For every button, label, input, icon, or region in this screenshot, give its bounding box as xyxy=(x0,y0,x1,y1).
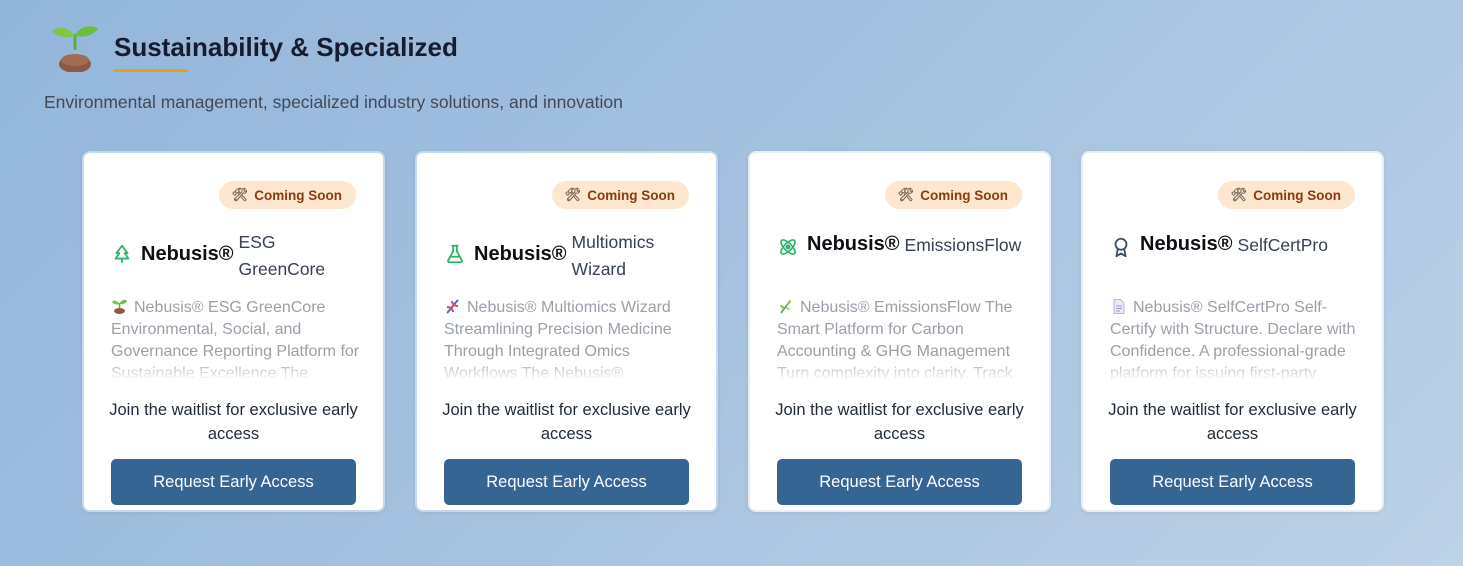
tools-icon: 🛠 xyxy=(231,187,249,202)
award-icon xyxy=(1114,237,1128,258)
product-description: Nebusis® SelfCertPro Self-Certify with S… xyxy=(1110,297,1360,381)
title-row: Sustainability & Specialized xyxy=(44,24,623,72)
product-title-row: Nebusis® Multiomics Wizard xyxy=(444,229,696,283)
brand-name: Nebusis® xyxy=(1140,233,1233,255)
badge-label: Coming Soon xyxy=(587,187,675,203)
section-subtitle: Environmental management, specialized in… xyxy=(44,92,623,112)
product-description: Nebusis® ESG GreenCore Environmental, So… xyxy=(111,297,361,381)
product-name: Multiomics Wizard xyxy=(571,232,655,279)
waitlist-text: Join the waitlist for exclusive early ac… xyxy=(775,401,1024,443)
badge-label: Coming Soon xyxy=(1253,187,1341,203)
request-early-access-button[interactable]: Request Early Access xyxy=(777,459,1022,505)
flask-icon xyxy=(447,244,463,264)
tools-icon: 🛠 xyxy=(897,187,915,202)
brand-name: Nebusis® xyxy=(141,243,234,265)
description-fade xyxy=(777,363,1027,381)
badge-label: Coming Soon xyxy=(920,187,1008,203)
description-fade xyxy=(1110,363,1360,381)
coming-soon-badge: 🛠 Coming Soon xyxy=(884,181,1022,209)
sprout-icon xyxy=(52,26,98,72)
product-card-emissionsflow: 🛠 Coming Soon Nebusis® EmissionsFlow Neb… xyxy=(748,151,1051,512)
product-cards: 🛠 Coming Soon Nebusis® ESG GreenCore Neb… xyxy=(82,151,1384,512)
product-card-esg-greencore: 🛠 Coming Soon Nebusis® ESG GreenCore Neb… xyxy=(82,151,385,512)
badge-label: Coming Soon xyxy=(254,187,342,203)
section-title-text: Sustainability & Specialized xyxy=(114,31,458,62)
product-description: Nebusis® EmissionsFlow The Smart Platfor… xyxy=(777,297,1027,381)
section-header: Sustainability & Specialized Environment… xyxy=(44,24,623,113)
coming-soon-badge: 🛠 Coming Soon xyxy=(551,181,689,209)
sprout-icon xyxy=(112,299,127,314)
tools-icon: 🛠 xyxy=(564,187,582,202)
product-title-row: Nebusis® EmissionsFlow xyxy=(777,233,1029,259)
product-name: ESG GreenCore xyxy=(238,232,326,279)
coming-soon-badge: 🛠 Coming Soon xyxy=(218,181,356,209)
tools-icon: 🛠 xyxy=(1230,187,1248,202)
product-description: Nebusis® Multiomics Wizard Streamlining … xyxy=(444,297,694,381)
waitlist-text: Join the waitlist for exclusive early ac… xyxy=(109,401,358,443)
product-name: SelfCertPro xyxy=(1237,235,1328,255)
section-title: Sustainability & Specialized xyxy=(114,31,458,72)
brand-name: Nebusis® xyxy=(474,243,567,265)
product-title-row: Nebusis® ESG GreenCore xyxy=(111,229,363,283)
herb-icon xyxy=(780,300,791,314)
document-icon xyxy=(1113,299,1125,314)
request-early-access-button[interactable]: Request Early Access xyxy=(1110,459,1355,505)
product-name: EmissionsFlow xyxy=(904,235,1022,255)
atom-icon xyxy=(780,239,796,255)
waitlist-text: Join the waitlist for exclusive early ac… xyxy=(1108,401,1357,443)
description-fade xyxy=(444,363,694,381)
title-underline xyxy=(114,68,188,72)
product-title-row: Nebusis® SelfCertPro xyxy=(1110,233,1362,259)
brand-name: Nebusis® xyxy=(807,233,900,255)
description-fade xyxy=(111,363,361,381)
request-early-access-button[interactable]: Request Early Access xyxy=(444,459,689,505)
request-early-access-button[interactable]: Request Early Access xyxy=(111,459,356,505)
product-card-selfcertpro: 🛠 Coming Soon Nebusis® SelfCertPro Nebus… xyxy=(1081,151,1384,512)
coming-soon-badge: 🛠 Coming Soon xyxy=(1217,181,1355,209)
waitlist-text: Join the waitlist for exclusive early ac… xyxy=(442,401,691,443)
product-card-multiomics-wizard: 🛠 Coming Soon Nebusis® Multiomics Wizard… xyxy=(415,151,718,512)
dna-icon xyxy=(446,299,459,314)
tree-icon xyxy=(114,244,130,264)
